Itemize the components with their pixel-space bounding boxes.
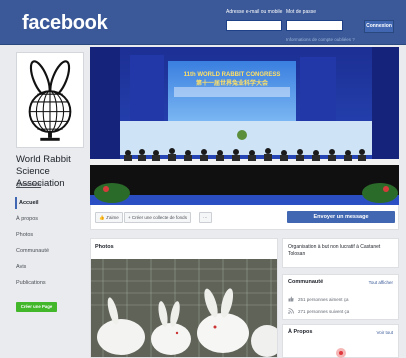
rabbit-globe-logo bbox=[17, 53, 83, 147]
follows-count: 271 personnes suivent ça bbox=[298, 308, 350, 314]
sidebar-item-community[interactable]: Communauté bbox=[16, 245, 82, 257]
page-profile-picture[interactable] bbox=[16, 52, 84, 148]
cover-banner-line1: 11th WORLD RABBIT CONGRESS bbox=[184, 72, 281, 78]
likes-count: 251 personnes aiment ça bbox=[298, 296, 349, 302]
community-see-all-link[interactable]: Tout afficher bbox=[369, 280, 393, 285]
follow-rss-icon bbox=[288, 308, 294, 314]
login-button[interactable]: Connexion bbox=[364, 20, 394, 33]
page-handle[interactable]: @wrsaface bbox=[16, 182, 41, 188]
photos-panel: Photos bbox=[90, 238, 278, 358]
about-blurb-card: Organisation à but non lucratif à Castan… bbox=[282, 238, 399, 268]
page-action-bar: 👍 J'aime + Créer une collecte de fonds ·… bbox=[90, 205, 399, 230]
likes-stat: 251 personnes aiment ça bbox=[288, 296, 349, 302]
like-label: J'aime bbox=[105, 215, 119, 220]
sidebar-item-about[interactable]: À propos bbox=[16, 213, 82, 225]
follows-stat: 271 personnes suivent ça bbox=[288, 308, 349, 314]
rabbits-photo[interactable] bbox=[91, 259, 277, 357]
map-pin-icon bbox=[336, 348, 346, 358]
sidebar-item-posts[interactable]: Publications bbox=[16, 277, 82, 289]
create-page-button[interactable]: Créer une Page bbox=[16, 302, 57, 312]
fundraiser-button[interactable]: + Créer une collecte de fonds bbox=[124, 212, 191, 223]
plus-icon: + bbox=[128, 215, 131, 220]
sidebar-item-reviews[interactable]: Avis bbox=[16, 261, 82, 273]
rabbits-in-cage-image bbox=[91, 259, 277, 357]
cover-banner-line2: 第十一届世界兔业科学大会 bbox=[195, 79, 269, 87]
about-see-all-link[interactable]: Voir tout bbox=[376, 330, 393, 335]
password-label: Mot de passe bbox=[286, 9, 317, 15]
community-title[interactable]: Communauté bbox=[288, 279, 323, 285]
sidebar-item-home[interactable]: Accueil bbox=[15, 197, 83, 209]
conference-stage-image: 11th WORLD RABBIT CONGRESS 第十一届世界兔业科学大会 bbox=[90, 47, 399, 205]
thumbs-up-icon: 👍 bbox=[99, 215, 105, 220]
send-message-button[interactable]: Envoyer un message bbox=[287, 211, 395, 223]
community-card: Communauté Tout afficher 251 personnes a… bbox=[282, 274, 399, 320]
about-card: À Propos Voir tout bbox=[282, 324, 399, 358]
password-input[interactable] bbox=[286, 20, 343, 31]
photos-title[interactable]: Photos bbox=[95, 244, 114, 250]
email-input[interactable] bbox=[226, 20, 282, 31]
facebook-logo[interactable]: facebook bbox=[22, 12, 108, 35]
cover-photo[interactable]: 11th WORLD RABBIT CONGRESS 第十一届世界兔业科学大会 bbox=[90, 47, 399, 205]
forgot-account-link[interactable]: Informations de compte oubliées ? bbox=[286, 37, 355, 42]
fundraiser-label: Créer une collecte de fonds bbox=[131, 215, 187, 220]
email-label: Adresse e-mail ou mobile bbox=[226, 9, 283, 15]
more-options-button[interactable]: ··· bbox=[199, 212, 212, 223]
like-button[interactable]: 👍 J'aime bbox=[95, 212, 123, 223]
top-bar: facebook Adresse e-mail ou mobile Mot de… bbox=[0, 0, 406, 45]
thumbs-up-icon bbox=[288, 296, 294, 302]
sidebar-item-photos[interactable]: Photos bbox=[16, 229, 82, 241]
about-title[interactable]: À Propos bbox=[288, 329, 312, 335]
about-blurb: Organisation à but non lucratif à Castan… bbox=[288, 244, 381, 257]
